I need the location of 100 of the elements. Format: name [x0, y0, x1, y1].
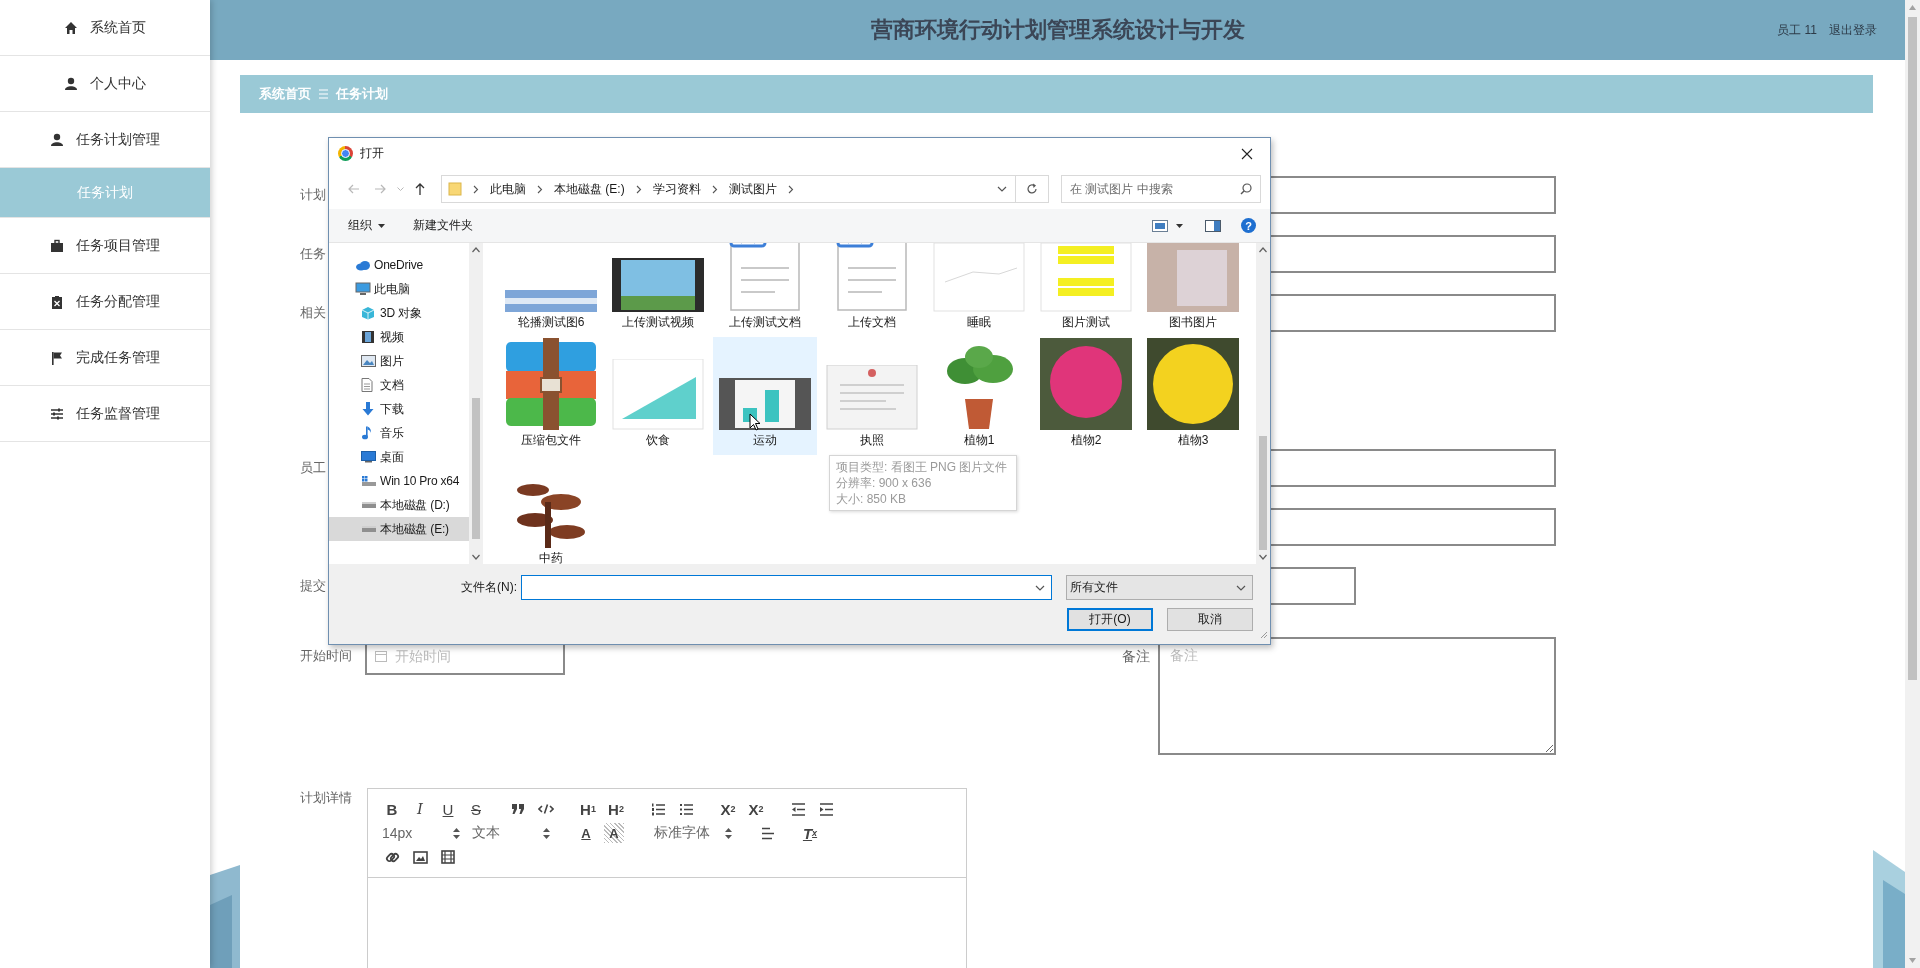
organize-menu[interactable]: 组织	[348, 217, 385, 234]
remark-field[interactable]: 备注	[1158, 637, 1556, 755]
nav-item[interactable]: 3D 对象	[329, 301, 469, 325]
field-label: 备注	[1122, 647, 1150, 666]
file-item[interactable]: 上传测试视频	[606, 243, 710, 337]
computer-icon	[355, 282, 371, 296]
scrollbar-thumb[interactable]	[1259, 436, 1267, 550]
folder-icon	[448, 182, 462, 196]
file-item[interactable]: 睡眠	[927, 243, 1031, 337]
quote-icon	[511, 803, 525, 815]
nav-item[interactable]: 下载	[329, 397, 469, 421]
music-icon	[361, 426, 373, 440]
nav-item[interactable]: 文档	[329, 373, 469, 397]
archive-icon	[505, 338, 597, 430]
path-segment[interactable]: 此电脑	[490, 180, 526, 198]
nav-item[interactable]: 此电脑	[329, 277, 469, 301]
file-item[interactable]: 压缩包文件	[499, 337, 603, 455]
chevron-icon	[711, 184, 718, 194]
file-item[interactable]: 图书图片	[1141, 243, 1245, 337]
file-item[interactable]: 植物1	[927, 337, 1031, 455]
file-item[interactable]: 图片测试	[1034, 243, 1138, 337]
view-menu[interactable]	[1152, 219, 1183, 232]
file-item[interactable]: 上传文档	[820, 243, 924, 337]
chevron-icon	[473, 184, 479, 194]
file-item[interactable]: 中药	[499, 455, 603, 564]
dropdown[interactable]: 14px	[382, 823, 464, 843]
file-item[interactable]: 轮播测试图6	[499, 243, 603, 337]
file-type-select[interactable]: 所有文件	[1066, 575, 1253, 600]
user-icon	[64, 76, 78, 91]
up-arrow-icon	[415, 183, 425, 195]
script-button[interactable]: X$^{2}$	[746, 799, 766, 819]
file-item[interactable]: 执照	[820, 337, 924, 455]
code-icon	[538, 803, 554, 815]
file-item[interactable]: 运动	[713, 337, 817, 455]
menu-icon	[319, 89, 328, 99]
toolbar-button[interactable]	[438, 847, 458, 867]
file-item[interactable]: 上传测试文档	[713, 243, 817, 337]
refresh-icon	[1026, 183, 1038, 195]
breadcrumb-current: 任务计划	[336, 85, 388, 103]
scrollbar-thumb[interactable]	[1908, 17, 1917, 680]
file-name-field[interactable]	[521, 575, 1052, 600]
dialog-button[interactable]: 取消	[1167, 608, 1253, 631]
bold-button[interactable]: B	[382, 799, 402, 819]
scrollbar[interactable]	[1905, 0, 1920, 968]
nav-item[interactable]: OneDrive	[329, 253, 469, 277]
pane-icon	[1205, 219, 1221, 232]
path-segment[interactable]: 本地磁盘 (E:)	[554, 180, 625, 198]
scrollbar-thumb[interactable]	[472, 398, 480, 539]
search-icon	[1240, 183, 1252, 195]
resize-grip-icon	[1260, 631, 1268, 639]
align-left-icon	[761, 826, 775, 840]
new-folder-button[interactable]: 新建文件夹	[413, 217, 473, 234]
field-label: 计划详情	[300, 789, 353, 807]
file-item[interactable]: 植物2	[1034, 337, 1138, 455]
file-name-label: 文件名(N):	[461, 579, 517, 596]
search-field[interactable]: 在 测试图片 中搜索	[1061, 175, 1261, 203]
sort-caret-icon	[453, 827, 460, 839]
highlight-button[interactable]: A	[604, 823, 624, 843]
drive-icon	[361, 525, 377, 533]
image-icon	[412, 850, 428, 864]
dialog-button[interactable]: 打开(O)	[1067, 608, 1153, 631]
sidebar-item[interactable]: 个人中心	[0, 56, 210, 112]
chevron-down-icon	[1035, 585, 1045, 591]
dropdown[interactable]: 文本	[472, 823, 554, 843]
file-item[interactable]: 植物3	[1141, 337, 1245, 455]
path-segment[interactable]: 测试图片	[728, 180, 777, 198]
nav-item[interactable]: 桌面	[329, 445, 469, 469]
sidebar-item[interactable]: 任务分配管理	[0, 274, 210, 330]
logout-link[interactable]: 退出登录	[1829, 21, 1877, 39]
file-item[interactable]: 饮食	[606, 337, 710, 455]
caret-icon	[396, 187, 404, 191]
back-icon	[348, 184, 360, 194]
font-color-button[interactable]: A	[576, 823, 596, 843]
italic-button[interactable]: I	[410, 799, 430, 819]
nav-item[interactable]: 本地磁盘 (E:)	[329, 517, 469, 541]
nav-item[interactable]: 图片	[329, 349, 469, 373]
sidebar-item[interactable]: 任务项目管理	[0, 218, 210, 274]
nav-item[interactable]: Win 10 Pro x64	[329, 469, 469, 493]
dropdown[interactable]: 标准字体	[654, 823, 736, 843]
preview-pane-button[interactable]	[1205, 219, 1221, 232]
strikethrough-button[interactable]: S	[466, 799, 486, 819]
nav-item[interactable]: 本地磁盘 (D:)	[329, 493, 469, 517]
path-segment[interactable]: 学习资料	[652, 180, 701, 198]
field-label: 计划	[300, 186, 326, 204]
nav-item[interactable]: 视频	[329, 325, 469, 349]
nav-item[interactable]: 音乐	[329, 421, 469, 445]
briefcase-icon	[50, 238, 64, 253]
picture-icon	[361, 355, 376, 367]
desktop-icon	[361, 451, 376, 463]
help-button[interactable]: ?	[1241, 218, 1256, 233]
sidebar-item[interactable]: 任务监督管理	[0, 386, 210, 442]
underline-button[interactable]: U	[438, 799, 458, 819]
home-icon	[64, 20, 78, 35]
indent-icon	[818, 802, 834, 816]
document-icon	[361, 378, 373, 392]
sidebar-item[interactable]: 完成任务管理	[0, 330, 210, 386]
clipboard-icon	[50, 294, 64, 309]
caret-icon	[378, 223, 385, 228]
field-label: 提交	[300, 577, 326, 595]
address-bar[interactable]: 此电脑 本地磁盘 (E:) 学习资料 测试图片	[441, 175, 1049, 203]
